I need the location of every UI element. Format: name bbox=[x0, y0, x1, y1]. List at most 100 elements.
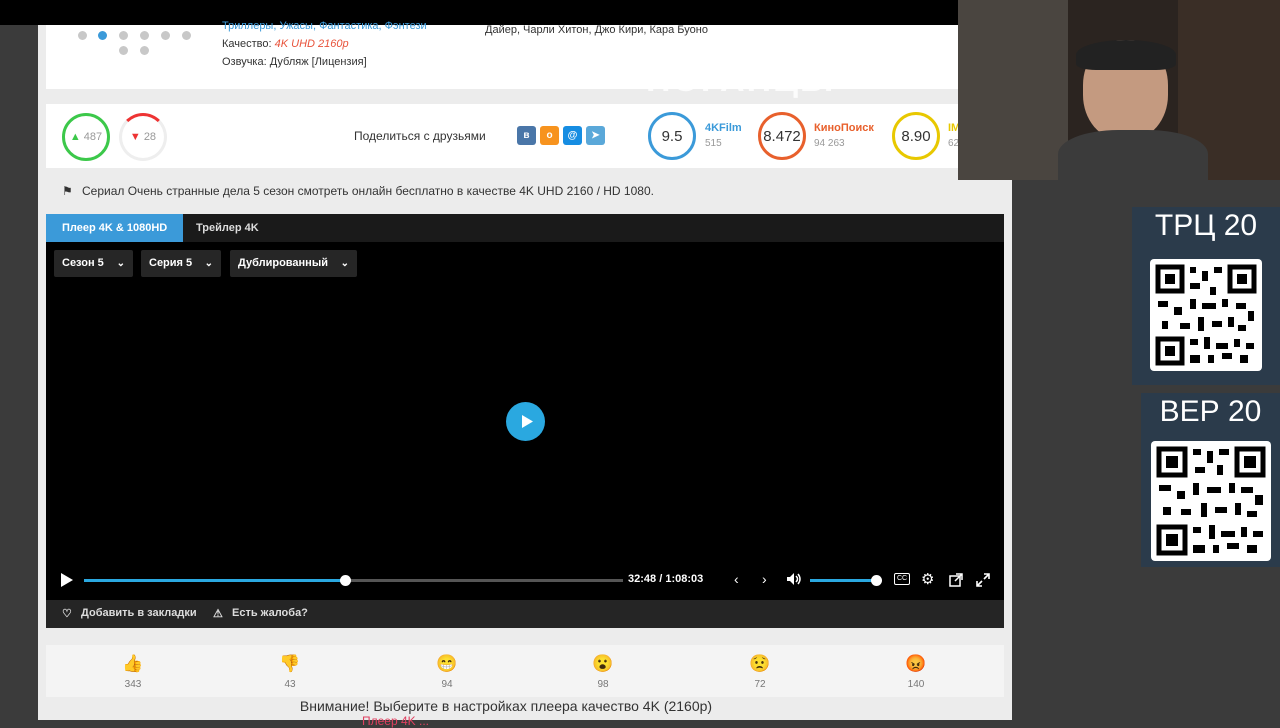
reaction-like[interactable]: 👍 343 bbox=[113, 653, 153, 690]
warning-icon: ⚠ bbox=[213, 608, 223, 620]
tab-trailer[interactable]: Трейлер 4K bbox=[180, 214, 275, 242]
streamer-shirt bbox=[1058, 130, 1208, 180]
gear-icon[interactable]: ⚙ bbox=[921, 570, 934, 588]
qr-code-2[interactable] bbox=[1151, 441, 1271, 561]
share-label: Поделиться с друзьями bbox=[354, 129, 486, 143]
reaction-surprised[interactable]: 😮 98 bbox=[583, 653, 623, 690]
quality-value: 4K UHD 2160p bbox=[274, 38, 349, 50]
qr-code-icon bbox=[1156, 446, 1266, 556]
carousel-dot[interactable] bbox=[78, 31, 87, 40]
volume-icon[interactable] bbox=[786, 572, 802, 586]
like-count: 487 bbox=[83, 131, 103, 143]
surprised-face-icon: 😮 bbox=[592, 654, 614, 673]
cast-list: Дайер, Чарли Хитон, Джо Кири, Кара Буоно bbox=[485, 24, 708, 36]
thumbs-down-icon: 👎 bbox=[279, 654, 301, 673]
popout-icon[interactable] bbox=[949, 573, 963, 587]
tagline-text: Сериал Очень странные дела 5 сезон смотр… bbox=[82, 184, 654, 198]
quality-label: Качество: bbox=[222, 38, 272, 50]
quality-warning: Внимание! Выберите в настройках плеера к… bbox=[299, 698, 713, 714]
qr-panel-2: ВЕР 20 bbox=[1141, 393, 1280, 567]
vk-icon[interactable]: в bbox=[517, 126, 536, 145]
qr-code-1[interactable] bbox=[1150, 259, 1262, 371]
complaint-link[interactable]: Есть жалоба? bbox=[232, 607, 308, 619]
rating-imdb-circle: 8.90 bbox=[892, 112, 940, 160]
laughing-face-icon: 😁 bbox=[436, 654, 458, 673]
rating-4kfilm-count: 515 bbox=[705, 138, 722, 149]
rating-kinopoisk-count: 94 263 bbox=[814, 138, 845, 149]
heart-icon[interactable]: ♡ bbox=[62, 607, 72, 620]
subtitles-icon[interactable]: CC bbox=[894, 573, 910, 585]
reaction-count: 94 bbox=[441, 679, 453, 690]
dub-label: Озвучка: bbox=[222, 56, 267, 68]
rating-kinopoisk-circle: 8.472 bbox=[758, 112, 806, 160]
sad-face-icon: 😟 bbox=[749, 654, 771, 673]
chevron-down-icon: ⌄ bbox=[340, 258, 349, 269]
time-current: 32:48 bbox=[628, 573, 657, 585]
player-footer: ♡ Добавить в закладки ⚠ Есть жалоба? bbox=[46, 600, 1004, 628]
dub-value: Дубляж [Лицензия] bbox=[269, 56, 367, 68]
top-bar bbox=[0, 0, 958, 25]
reaction-count: 72 bbox=[754, 679, 766, 690]
rating-4kfilm-circle: 9.5 bbox=[648, 112, 696, 160]
volume-handle[interactable] bbox=[871, 575, 882, 586]
prev-episode-icon[interactable]: ‹ bbox=[734, 571, 739, 587]
progress-track[interactable] bbox=[84, 575, 623, 586]
video-player[interactable]: Плеер 4K & 1080HD Трейлер 4K Сезон 5 ⌄ С… bbox=[46, 214, 1004, 628]
volume-fill bbox=[810, 579, 877, 582]
overlay-watermark-text: ПОГАНЦЫ bbox=[646, 61, 836, 99]
episode-select[interactable]: Серия 5 ⌄ bbox=[141, 250, 221, 277]
chevron-down-icon: ⌄ bbox=[204, 258, 213, 269]
dislike-count: 28 bbox=[143, 131, 157, 143]
reaction-laugh[interactable]: 😁 94 bbox=[427, 653, 467, 690]
big-play-button[interactable] bbox=[506, 402, 545, 441]
carousel-dot[interactable] bbox=[140, 46, 149, 55]
volume-slider[interactable] bbox=[810, 575, 882, 586]
reaction-angry[interactable]: 😡 140 bbox=[896, 653, 936, 690]
time-total: 1:08:03 bbox=[665, 573, 704, 585]
play-icon bbox=[522, 415, 533, 428]
tag-icon: ⚑ bbox=[62, 184, 73, 198]
reaction-count: 140 bbox=[907, 679, 925, 690]
reaction-dislike[interactable]: 👎 43 bbox=[270, 653, 310, 690]
rating-imdb-name[interactable]: IMDb bbox=[948, 122, 958, 134]
carousel-dot[interactable] bbox=[119, 31, 128, 40]
season-select[interactable]: Сезон 5 ⌄ bbox=[54, 250, 133, 277]
carousel-dot[interactable] bbox=[161, 31, 170, 40]
like-counter[interactable]: ▲ 487 bbox=[62, 113, 110, 161]
play-icon[interactable] bbox=[60, 572, 74, 588]
carousel-dot[interactable] bbox=[119, 46, 128, 55]
reaction-sad[interactable]: 😟 72 bbox=[740, 653, 780, 690]
telegram-icon[interactable]: ➤ bbox=[586, 126, 605, 145]
carousel-dot[interactable] bbox=[182, 31, 191, 40]
dub-row: Озвучка: Дубляж [Лицензия] bbox=[222, 56, 367, 68]
time-display: 32:48 / 1:08:03 bbox=[628, 573, 703, 585]
reaction-count: 343 bbox=[124, 679, 142, 690]
genres-links[interactable]: Триллеры, Ужасы, Фантастика, Фэнтези bbox=[222, 20, 427, 32]
qr-panel-1: ТРЦ 20 bbox=[1132, 207, 1280, 385]
carousel-dot-active[interactable] bbox=[98, 31, 107, 40]
qr-title-2: ВЕР 20 bbox=[1159, 395, 1262, 428]
progress-handle[interactable] bbox=[340, 575, 352, 586]
carousel-dot[interactable] bbox=[140, 31, 149, 40]
angry-face-icon: 😡 bbox=[905, 654, 927, 673]
voice-select[interactable]: Дублированный ⌄ bbox=[230, 250, 357, 277]
next-episode-icon[interactable]: › bbox=[762, 571, 767, 587]
carousel-dots bbox=[78, 31, 198, 61]
rating-4kfilm-name[interactable]: 4KFilm bbox=[705, 122, 742, 134]
fullscreen-icon[interactable] bbox=[976, 573, 990, 587]
tab-player-4k[interactable]: Плеер 4K & 1080HD bbox=[46, 214, 184, 242]
quality-warning-sub: Плеер 4K ... bbox=[362, 714, 429, 728]
rating-kinopoisk-name[interactable]: КиноПоиск bbox=[814, 122, 874, 134]
streamer-cap bbox=[1076, 40, 1176, 70]
ok-icon[interactable]: о bbox=[540, 126, 559, 145]
dislike-counter[interactable]: ▼ 28 bbox=[119, 113, 167, 161]
mail-ru-icon[interactable]: @ bbox=[563, 126, 582, 145]
player-tabs: Плеер 4K & 1080HD Трейлер 4K bbox=[46, 214, 1004, 242]
voice-select-value: Дублированный bbox=[238, 257, 328, 269]
bookmark-link[interactable]: Добавить в закладки bbox=[81, 607, 197, 619]
season-select-value: Сезон 5 bbox=[62, 257, 104, 269]
reaction-count: 98 bbox=[597, 679, 609, 690]
time-separator: / bbox=[659, 573, 663, 585]
progress-fill bbox=[84, 579, 346, 582]
thumbs-up-icon: 👍 bbox=[122, 654, 144, 673]
